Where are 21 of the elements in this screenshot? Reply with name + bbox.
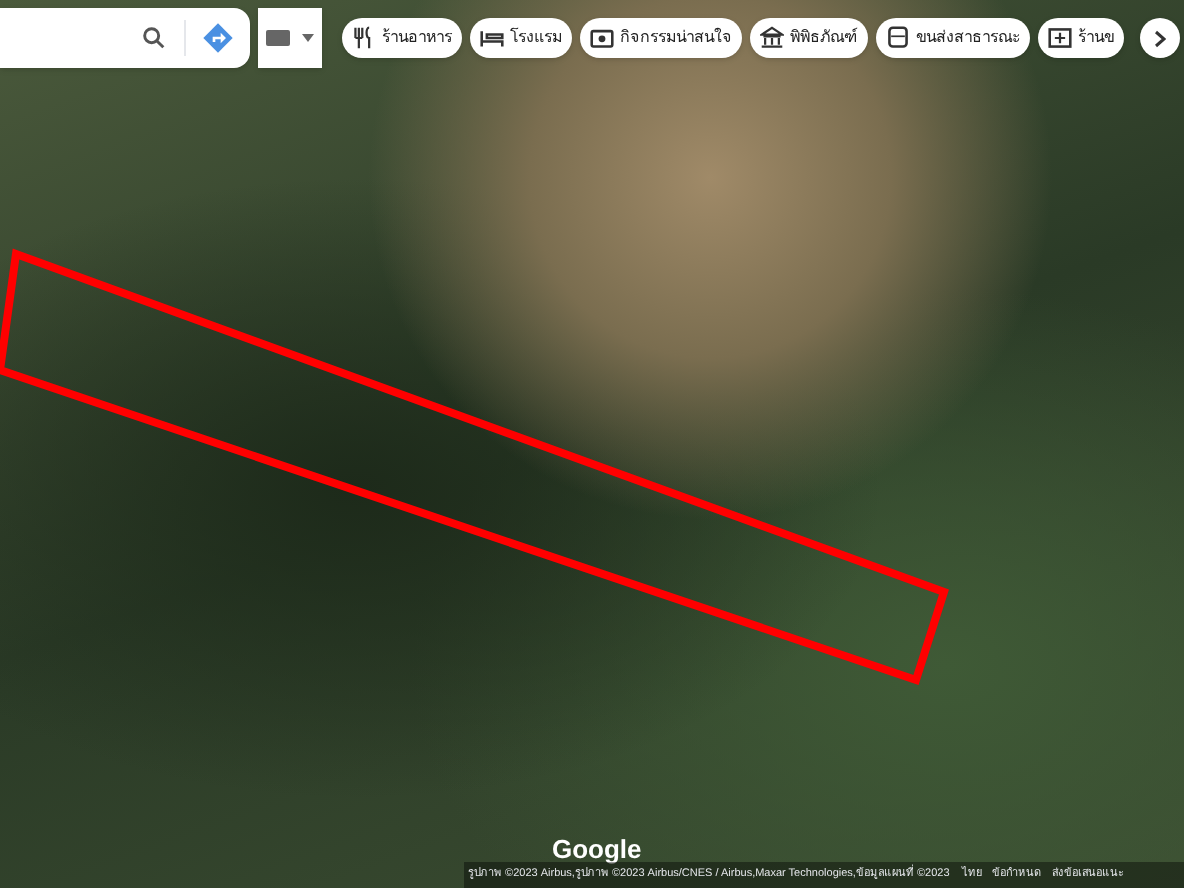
bed-icon	[480, 26, 504, 50]
category-chip[interactable]: ร้านข	[1038, 18, 1124, 58]
category-chip[interactable]: ขนส่งสาธารณะ	[876, 18, 1030, 58]
search-icon[interactable]	[140, 24, 168, 52]
category-chip[interactable]: โรงแรม	[470, 18, 572, 58]
camera-icon	[590, 26, 614, 50]
building-icon	[760, 26, 784, 50]
plus-box-icon	[1048, 26, 1072, 50]
google-logo: Google	[552, 832, 642, 867]
keyboard-button[interactable]	[258, 8, 322, 68]
keyboard-icon	[266, 30, 290, 46]
satellite-imagery[interactable]	[0, 0, 1184, 888]
directions-icon[interactable]	[202, 22, 234, 54]
bus-icon	[886, 26, 910, 50]
caret-icon	[302, 34, 314, 42]
search-field[interactable]	[0, 8, 250, 68]
fork-knife-icon	[352, 26, 376, 50]
category-chip[interactable]: พิพิธภัณฑ์	[750, 18, 868, 58]
chevron-right-icon	[1154, 29, 1166, 47]
category-chip[interactable]: กิจกรรมน่าสนใจ	[580, 18, 742, 58]
category-chip[interactable]: ร้านอาหาร	[342, 18, 462, 58]
